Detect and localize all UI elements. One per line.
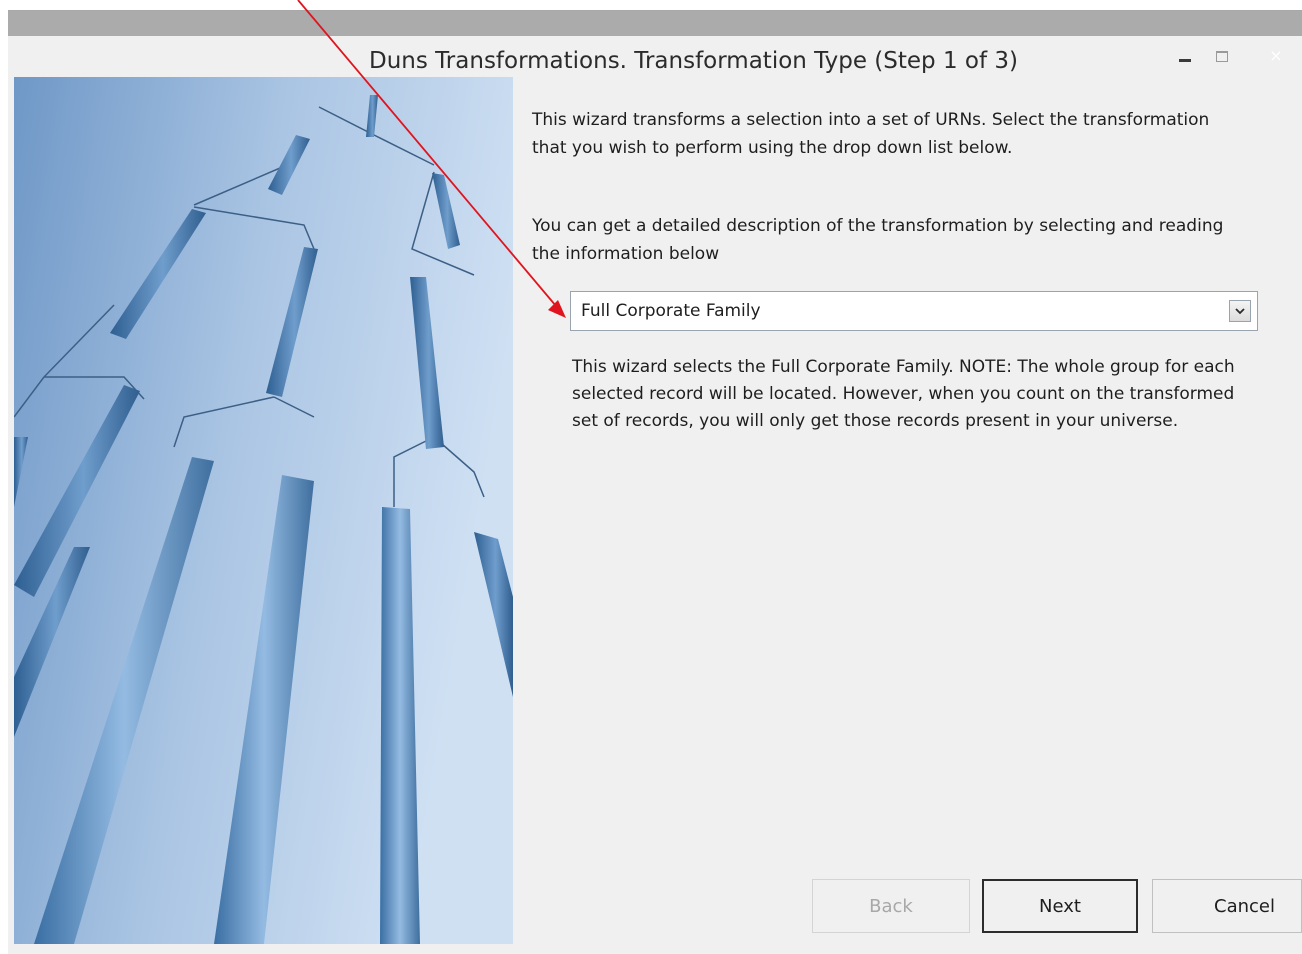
- back-button[interactable]: Back: [812, 879, 970, 933]
- transformation-select[interactable]: Full Corporate Family: [570, 291, 1258, 331]
- close-icon: ×: [1269, 45, 1283, 65]
- minimize-icon: [1179, 58, 1191, 62]
- transformation-info: This wizard selects the Full Corporate F…: [572, 357, 1235, 431]
- maximize-icon: [1216, 50, 1228, 62]
- next-button[interactable]: Next: [982, 879, 1138, 933]
- wizard-hint: You can get a detailed description of th…: [532, 216, 1224, 264]
- maximize-button[interactable]: [1204, 36, 1240, 70]
- chevron-down-icon[interactable]: [1229, 300, 1251, 322]
- wizard-side-image: [14, 77, 513, 944]
- screen-top-strip: [0, 0, 1302, 10]
- wizard-description: This wizard transforms a selection into …: [532, 110, 1210, 158]
- window-title: Duns Transformations. Transformation Typ…: [368, 48, 1018, 74]
- transformation-select-value: Full Corporate Family: [581, 301, 761, 321]
- cancel-button[interactable]: Cancel: [1152, 879, 1302, 933]
- minimize-button[interactable]: [1166, 36, 1204, 70]
- close-button[interactable]: ×: [1250, 36, 1302, 70]
- title-strip: [8, 11, 1302, 36]
